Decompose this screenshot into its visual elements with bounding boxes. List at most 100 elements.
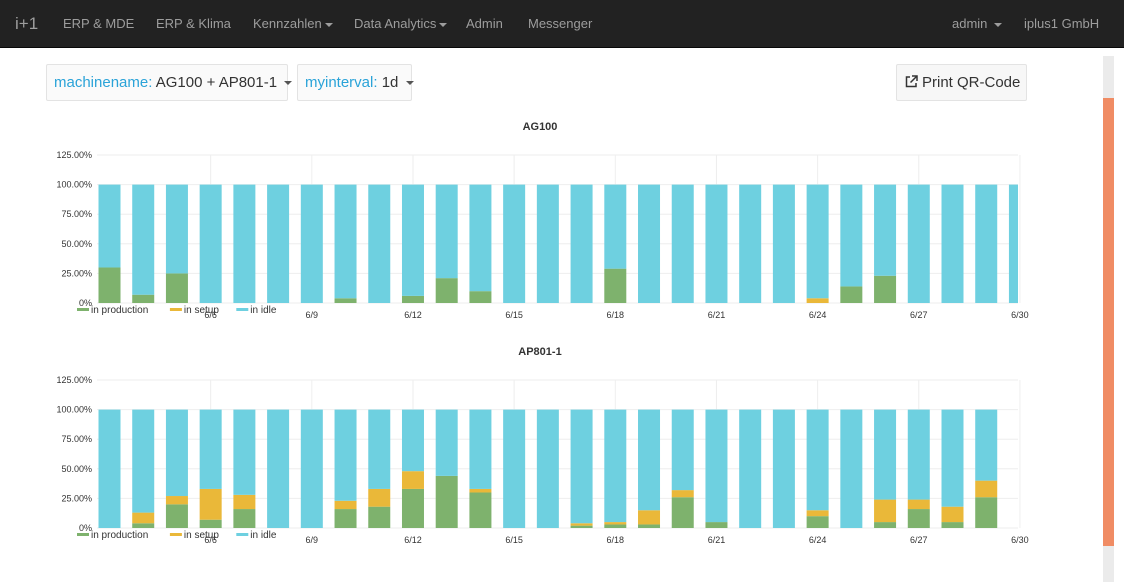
nav-erp-mde[interactable]: ERP & MDE [63,0,134,48]
bar-production-6-14 [469,492,492,528]
x-tick-label: 6/21 [708,310,726,320]
bar-idle-6-15 [503,184,526,303]
bar-idle-6-22 [739,409,762,528]
bar-production-6-26 [874,275,897,303]
bar-idle-6-19 [638,409,661,511]
bar-idle-6-11 [368,184,391,303]
bar-idle-6-8 [267,184,290,303]
bar-production-6-19 [638,524,661,528]
bar-idle-6-25 [840,184,863,287]
machinename-filter[interactable]: machinename: AG100 + AP801-1 [46,64,293,101]
bar-production-6-12 [401,488,424,528]
bar-idle-6-30 [1008,184,1018,303]
machinename-label: machinename: [54,74,153,91]
y-tick-label: 50.00% [61,239,92,249]
bar-production-6-12 [401,295,424,303]
legend-label-production: in production [91,530,148,541]
bar-idle-6-20 [671,409,694,491]
caret-down-icon [284,81,293,86]
bar-setup-6-10 [334,500,357,510]
bar-production-6-4 [132,294,155,303]
bar-idle-6-15 [503,409,526,528]
chart-ag100: AG1000%25.00%50.00%75.00%100.00%125.00%6… [56,121,1029,320]
user-menu-dropdown[interactable]: admin [952,0,1003,48]
bar-idle-6-11 [368,409,391,489]
bar-production-6-13 [435,475,458,528]
y-tick-label: 25.00% [61,268,92,278]
x-tick-label: 6/30 [1011,535,1029,545]
bar-idle-6-25 [840,409,863,528]
nav-erp-klima[interactable]: ERP & Klima [156,0,231,48]
bar-idle-6-3 [98,409,121,528]
nav-messenger[interactable]: Messenger [528,0,592,48]
bar-setup-6-24 [806,510,829,517]
bar-setup-6-24 [806,298,829,303]
nav-kennzahlen-dropdown[interactable]: Kennzahlen [253,0,333,48]
bar-idle-6-5 [165,409,188,497]
caret-down-icon [405,81,414,86]
y-tick-label: 125.00% [56,375,92,385]
bar-production-6-17 [570,525,593,528]
machinename-value: AG100 + AP801-1 [155,74,278,91]
legend-swatch-production [77,308,89,311]
legend-swatch-setup [169,308,182,311]
bar-setup-6-14 [469,488,492,493]
y-tick-label: 125.00% [56,150,92,160]
legend-swatch-idle [236,533,249,536]
bar-idle-6-28 [941,184,964,303]
nav-data-analytics-label: Data Analytics [354,16,437,31]
bar-idle-6-13 [435,409,458,476]
bar-idle-6-9 [300,409,323,528]
bar-production-6-18 [604,524,627,528]
bar-setup-6-4 [132,512,155,524]
bar-idle-6-24 [806,409,829,511]
myinterval-filter[interactable]: myinterval: 1d [297,64,414,101]
bar-production-6-11 [368,506,391,528]
external-link-icon [905,75,918,88]
bar-idle-6-17 [570,184,593,303]
bar-idle-6-13 [435,184,458,279]
x-tick-label: 6/9 [306,535,319,545]
bar-idle-6-27 [907,184,930,303]
myinterval-label: myinterval: [305,74,378,91]
x-tick-label: 6/27 [910,310,928,320]
bar-production-6-7 [233,509,256,528]
bar-idle-6-23 [772,184,795,303]
legend-label-idle: in idle [250,530,277,541]
bar-production-6-28 [941,522,964,528]
brand-logo[interactable]: i+1 [15,0,38,48]
caret-down-icon [994,22,1003,27]
nav-admin[interactable]: Admin [466,0,503,48]
bar-idle-6-4 [132,409,155,513]
bar-idle-6-18 [604,409,627,523]
x-tick-label: 6/15 [505,310,523,320]
bar-idle-6-29 [975,184,998,303]
bar-production-6-4 [132,523,155,528]
x-tick-label: 6/30 [1011,310,1029,320]
bar-production-6-27 [907,509,930,528]
caret-down-icon [439,22,448,27]
legend-label-production: in production [91,305,148,316]
bar-idle-6-23 [772,409,795,528]
bar-idle-6-5 [165,184,188,274]
y-tick-label: 25.00% [61,493,92,503]
bar-idle-6-7 [233,409,256,495]
bar-production-6-24 [806,516,829,528]
bar-setup-6-20 [671,490,694,498]
print-qr-code-button[interactable]: Print QR-Code [896,64,1027,101]
user-name: admin [952,16,988,31]
x-tick-label: 6/9 [306,310,319,320]
bar-idle-6-9 [300,184,323,303]
bar-setup-6-5 [165,496,188,505]
bar-idle-6-6 [199,409,222,489]
scrollbar-thumb[interactable] [1103,98,1114,546]
myinterval-value: 1d [381,74,399,91]
caret-down-icon [324,22,333,27]
company-name[interactable]: iplus1 GmbH [1024,0,1099,48]
nav-data-analytics-dropdown[interactable]: Data Analytics [354,0,448,48]
bar-production-6-25 [840,286,863,303]
bar-setup-6-6 [199,488,222,520]
bar-idle-6-14 [469,409,492,489]
bar-production-6-21 [705,522,728,528]
legend-label-setup: in setup [184,305,219,316]
